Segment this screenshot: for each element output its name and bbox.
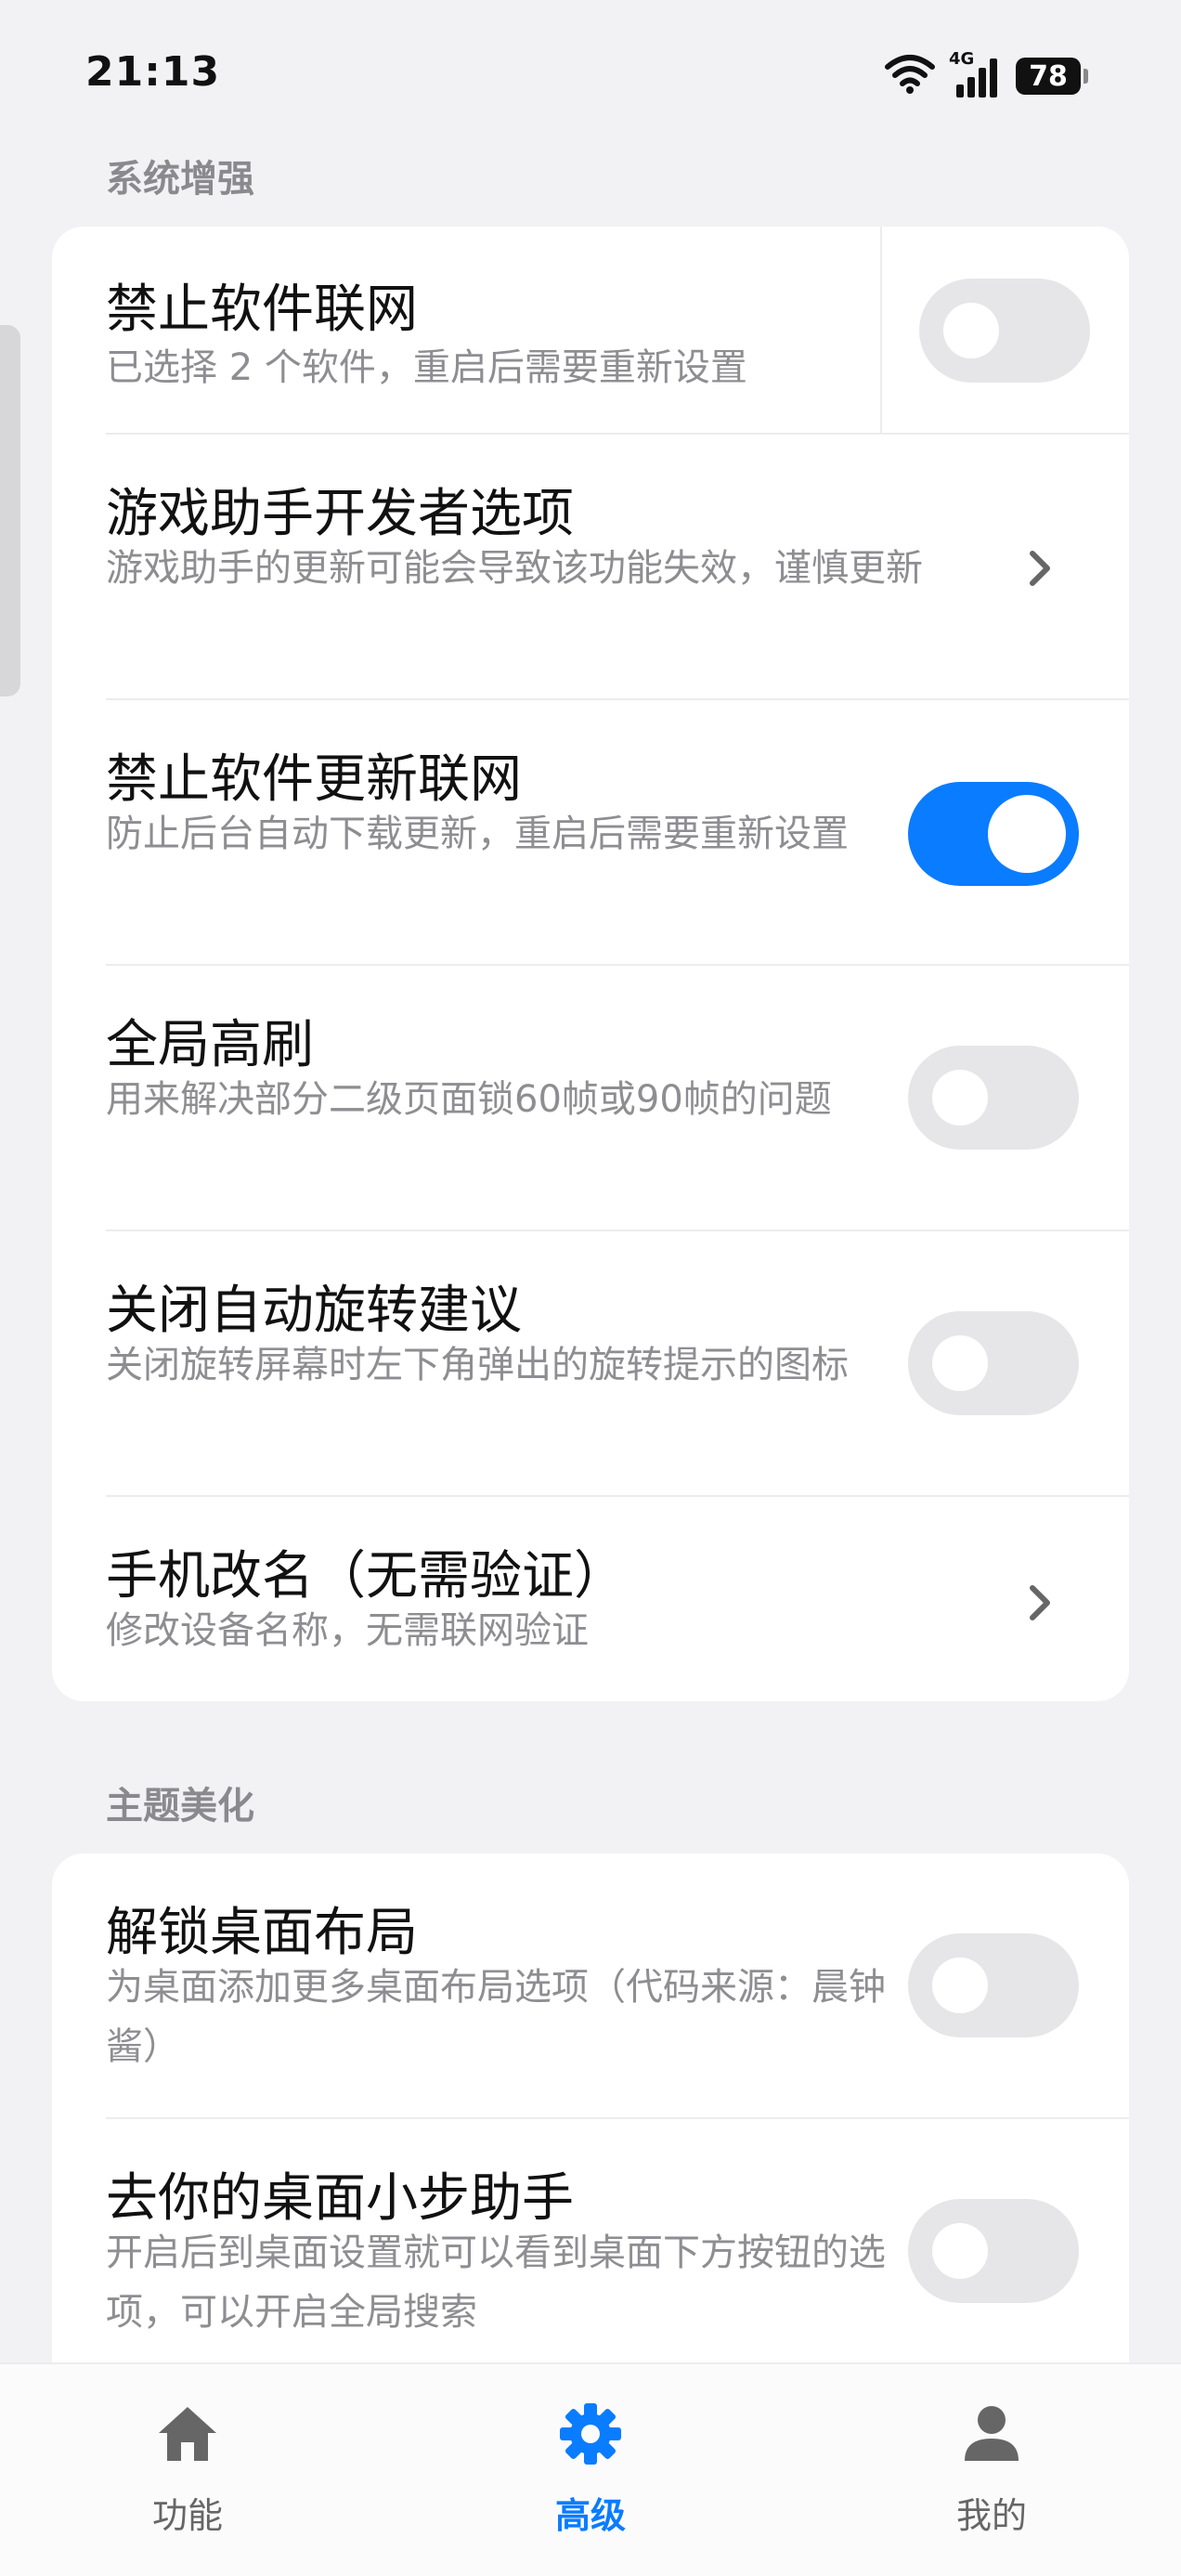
setting-subtitle: 为桌面添加更多桌面布局选项（代码来源：晨钟酱） <box>106 1966 886 2068</box>
home-icon <box>159 2407 216 2461</box>
setting-subtitle: 开启后到桌面设置就可以看到桌面下方按钮的选项，可以开启全局搜索 <box>106 2231 886 2334</box>
status-time: 21:13 <box>85 48 221 96</box>
setting-title: 禁止软件更新联网 <box>106 749 522 810</box>
toggle-block-network[interactable] <box>919 279 1090 383</box>
toggle-knob <box>932 1958 988 2013</box>
person-icon <box>965 2406 1019 2461</box>
setting-subtitle: 防止后台自动下载更新，重启后需要重新设置 <box>106 813 849 855</box>
bottom-navigation: 功能 高级 我的 <box>0 2362 1181 2576</box>
setting-row-rename-device[interactable]: 手机改名（无需验证） 修改设备名称，无需联网验证 <box>52 1497 1129 1701</box>
status-icons: 4G 78 <box>884 49 1088 100</box>
nav-label: 高级 <box>554 2495 626 2536</box>
setting-row-block-update-network[interactable]: 禁止软件更新联网 防止后台自动下载更新，重启后需要重新设置 <box>52 700 1129 966</box>
nav-item-advanced[interactable]: 高级 <box>498 2401 683 2541</box>
toggle-knob <box>932 2223 988 2279</box>
settings-card-system: 禁止软件联网 已选择 2 个软件，重启后需要重新设置 游戏助手开发者选项 游戏助… <box>52 227 1129 1701</box>
nav-label: 功能 <box>151 2495 223 2536</box>
setting-title: 手机改名（无需验证） <box>106 1546 626 1607</box>
setting-row-global-high-refresh[interactable]: 全局高刷 用来解决部分二级页面锁60帧或90帧的问题 <box>52 966 1129 1231</box>
wifi-icon <box>884 54 936 98</box>
setting-title: 关闭自动旋转建议 <box>106 1281 522 1341</box>
setting-subtitle: 用来解决部分二级页面锁60帧或90帧的问题 <box>106 1078 832 1121</box>
setting-subtitle: 修改设备名称，无需联网验证 <box>106 1609 589 1652</box>
chevron-right-icon <box>1030 551 1050 586</box>
setting-row-disable-rotation-suggestion[interactable]: 关闭自动旋转建议 关闭旋转屏幕时左下角弹出的旋转提示的图标 <box>52 1231 1129 1497</box>
toggle-knob <box>932 1070 988 1125</box>
battery-indicator: 78 <box>1016 58 1088 95</box>
toggle-block-update-network[interactable] <box>908 782 1079 886</box>
setting-title: 去你的桌面小步助手 <box>106 2168 574 2229</box>
setting-title: 全局高刷 <box>106 1015 314 1075</box>
toggle-disable-rotation-suggestion[interactable] <box>908 1311 1079 1415</box>
section-title-system: 系统增强 <box>106 158 254 201</box>
nav-label: 我的 <box>955 2495 1027 2536</box>
gear-icon <box>560 2403 621 2465</box>
setting-subtitle: 关闭旋转屏幕时左下角弹出的旋转提示的图标 <box>106 1344 849 1386</box>
cellular-signal-icon: 4G <box>949 49 1003 99</box>
scroll-indicator[interactable] <box>0 325 20 696</box>
vertical-divider <box>880 227 882 435</box>
setting-title: 禁止软件联网 <box>106 280 418 340</box>
nav-item-functions[interactable]: 功能 <box>95 2401 280 2541</box>
setting-subtitle: 游戏助手的更新可能会导致该功能失效，谨慎更新 <box>106 547 923 590</box>
setting-row-block-network[interactable]: 禁止软件联网 已选择 2 个软件，重启后需要重新设置 <box>52 227 1129 435</box>
section-title-theme: 主题美化 <box>106 1785 254 1828</box>
status-bar: 21:13 4G 78 <box>0 0 1181 149</box>
toggle-desktop-step-assistant[interactable] <box>908 2199 1079 2303</box>
setting-subtitle: 已选择 2 个软件，重启后需要重新设置 <box>106 346 747 389</box>
setting-row-desktop-step-assistant[interactable]: 去你的桌面小步助手 开启后到桌面设置就可以看到桌面下方按钮的选项，可以开启全局搜… <box>52 2119 1129 2398</box>
toggle-global-high-refresh[interactable] <box>908 1046 1079 1150</box>
chevron-right-icon <box>1030 1585 1050 1620</box>
settings-card-theme: 解锁桌面布局 为桌面添加更多桌面布局选项（代码来源：晨钟酱） 去你的桌面小步助手… <box>52 1854 1129 2448</box>
toggle-knob <box>932 1335 988 1391</box>
setting-row-game-assistant-dev[interactable]: 游戏助手开发者选项 游戏助手的更新可能会导致该功能失效，谨慎更新 <box>52 435 1129 700</box>
setting-title: 游戏助手开发者选项 <box>106 484 574 544</box>
toggle-knob <box>988 795 1066 873</box>
setting-row-unlock-desktop-layout[interactable]: 解锁桌面布局 为桌面添加更多桌面布局选项（代码来源：晨钟酱） <box>52 1854 1129 2119</box>
nav-item-mine[interactable]: 我的 <box>899 2401 1084 2541</box>
toggle-unlock-desktop-layout[interactable] <box>908 1933 1079 2037</box>
setting-title: 解锁桌面布局 <box>106 1903 418 1963</box>
toggle-knob <box>943 303 999 358</box>
